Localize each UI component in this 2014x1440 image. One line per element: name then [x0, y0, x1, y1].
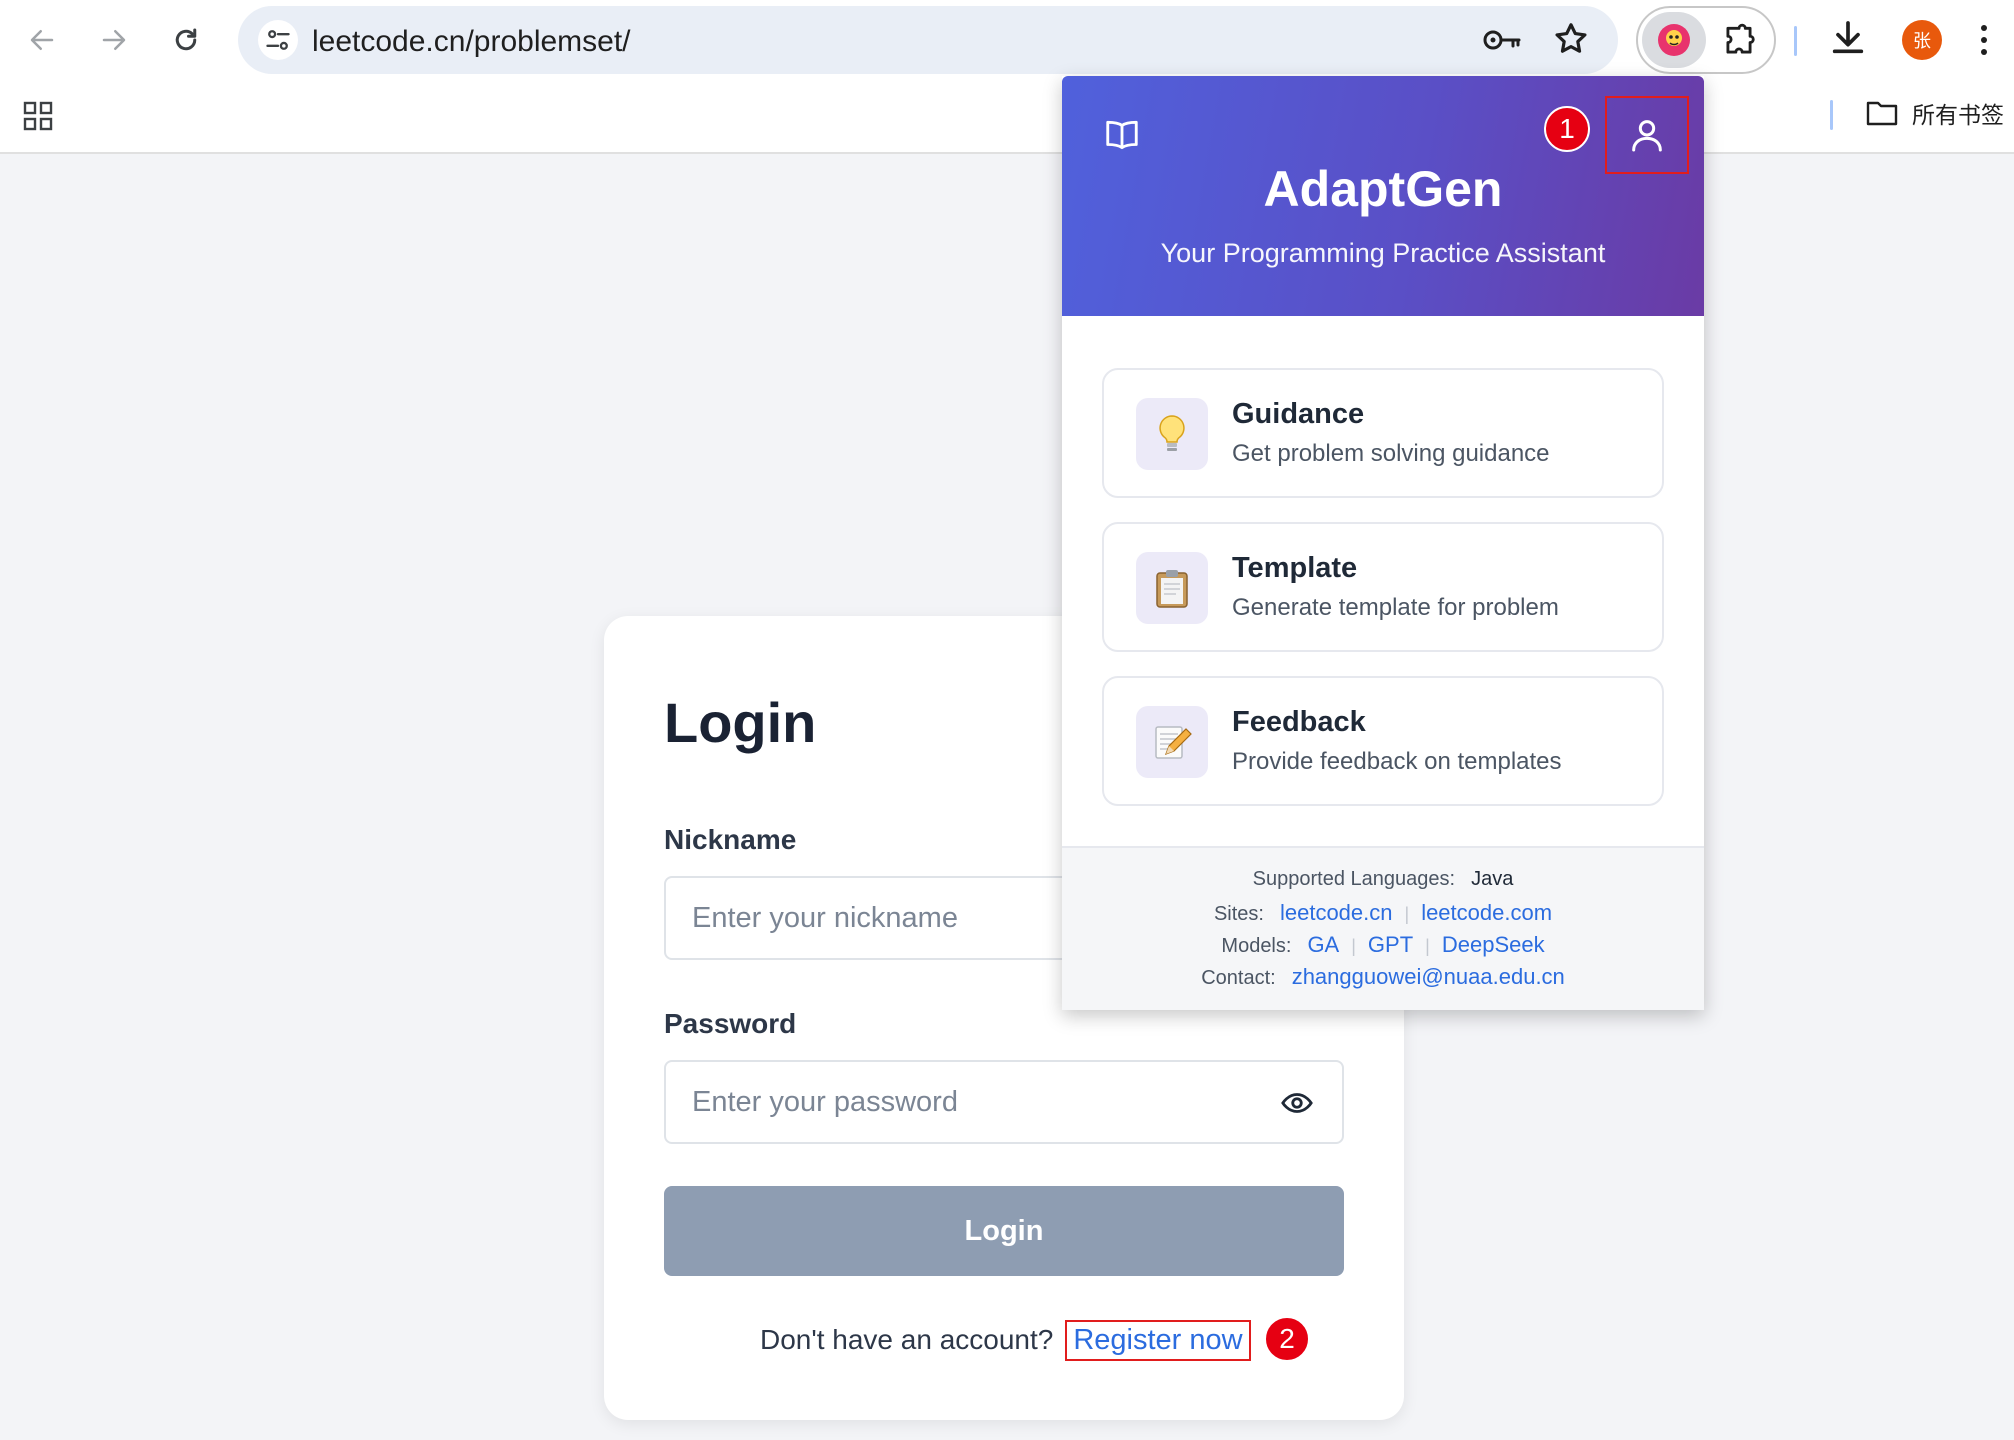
languages-label: Supported Languages:	[1252, 868, 1456, 890]
eye-icon	[1281, 1093, 1313, 1113]
nickname-placeholder: Enter your nickname	[692, 902, 958, 934]
reload-icon	[175, 28, 197, 51]
separator: |	[1425, 936, 1430, 956]
star-icon	[1555, 23, 1587, 53]
no-account-text: Don't have an account?	[760, 1324, 1054, 1355]
models-label: Models:	[1221, 935, 1292, 957]
key-icon	[1483, 30, 1521, 50]
forward-button[interactable]	[88, 14, 140, 66]
model-link-deepseek[interactable]: DeepSeek	[1442, 932, 1545, 958]
contact-label: Contact:	[1201, 967, 1276, 989]
browser-menu-button[interactable]	[1978, 20, 1990, 65]
feature-card-feedback[interactable]: Feedback Provide feedback on templates	[1102, 676, 1664, 806]
password-key-button[interactable]	[1482, 23, 1522, 62]
separator: |	[1351, 936, 1356, 956]
folder-icon	[1866, 101, 1898, 126]
more-vert-icon	[1981, 25, 1987, 55]
step-1-badge: 1	[1544, 106, 1590, 152]
clipboard-icon	[1136, 552, 1208, 624]
nickname-label: Nickname	[664, 824, 797, 855]
password-label: Password	[664, 1008, 797, 1039]
site-link-leetcode-com[interactable]: leetcode.com	[1421, 900, 1552, 926]
bookmarks-bar: 所有书签	[0, 80, 2014, 154]
adaptgen-extension-button[interactable]	[1642, 12, 1706, 68]
feature-title: Feedback	[1232, 706, 1366, 738]
register-now-link[interactable]: Register now	[1065, 1319, 1251, 1361]
app-name: AdaptGen	[1263, 161, 1503, 217]
feature-card-guidance[interactable]: Guidance Get problem solving guidance	[1102, 368, 1664, 498]
address-bar[interactable]: leetcode.cn/problemset/	[238, 6, 1618, 74]
contact-email-link[interactable]: zhangguowei@nuaa.edu.cn	[1292, 964, 1565, 990]
model-link-gpt[interactable]: GPT	[1368, 932, 1413, 958]
toggle-password-visibility[interactable]	[1280, 1086, 1314, 1125]
user-icon	[1632, 120, 1662, 152]
memo-icon	[1136, 706, 1208, 778]
apps-grid-icon	[23, 101, 53, 131]
book-button[interactable]	[1102, 116, 1142, 159]
password-input[interactable]: Enter your password	[664, 1060, 1344, 1144]
feature-title: Guidance	[1232, 398, 1365, 430]
contact-row: Contact: zhangguowei@nuaa.edu.cn	[1062, 964, 1704, 990]
languages-value: Java	[1471, 868, 1514, 890]
signup-row: Don't have an account? Register now	[760, 1316, 1251, 1364]
bookmark-star-button[interactable]	[1552, 20, 1590, 63]
feature-description: Provide feedback on templates	[1232, 748, 1562, 775]
step-2-badge: 2	[1264, 1316, 1310, 1362]
downloads-button[interactable]	[1828, 18, 1868, 63]
all-bookmarks-label: 所有书签	[1912, 103, 2004, 129]
puzzle-icon	[1726, 23, 1755, 54]
apps-button[interactable]	[22, 100, 54, 137]
arrow-right-icon	[102, 30, 126, 50]
password-placeholder: Enter your password	[692, 1086, 958, 1118]
popup-footer: Supported Languages: Java Sites: leetcod…	[1062, 846, 1704, 1010]
all-bookmarks-folder[interactable]: 所有书签	[1866, 96, 2004, 130]
arrow-left-icon	[30, 30, 54, 50]
site-link-leetcode-cn[interactable]: leetcode.cn	[1280, 900, 1393, 926]
profile-avatar[interactable]: 张	[1902, 20, 1942, 60]
sites-row: Sites: leetcode.cn | leetcode.com	[1062, 900, 1704, 926]
browser-toolbar: leetcode.cn/problemset/ 张	[0, 0, 2014, 80]
site-info-button[interactable]	[258, 20, 298, 60]
popup-header: 1 AdaptGen Your Programming Practice Ass…	[1062, 76, 1704, 316]
separator: |	[1404, 904, 1410, 924]
toolbar-divider	[1794, 26, 1797, 56]
extensions-menu-button[interactable]	[1720, 22, 1758, 65]
languages-row: Supported Languages: Java	[1062, 868, 1704, 891]
feature-title: Template	[1232, 552, 1358, 584]
url-text[interactable]: leetcode.cn/problemset/	[312, 25, 631, 59]
book-open-icon	[1106, 120, 1138, 150]
login-button[interactable]: Login	[664, 1186, 1344, 1276]
reload-button[interactable]	[160, 14, 212, 66]
sites-label: Sites:	[1213, 903, 1264, 925]
download-icon	[1832, 21, 1864, 54]
login-title: Login	[664, 691, 817, 754]
feature-description: Get problem solving guidance	[1232, 440, 1550, 467]
bookmarks-divider	[1830, 100, 1833, 130]
extensions-group	[1636, 6, 1776, 74]
feature-card-template[interactable]: Template Generate template for problem	[1102, 522, 1664, 652]
app-tagline: Your Programming Practice Assistant	[1160, 238, 1606, 268]
adaptgen-popup: 1 AdaptGen Your Programming Practice Ass…	[1062, 76, 1704, 1010]
feature-description: Generate template for problem	[1232, 594, 1559, 621]
models-row: Models: GA | GPT | DeepSeek	[1062, 932, 1704, 958]
tune-icon	[266, 30, 290, 50]
model-link-ga[interactable]: GA	[1307, 932, 1339, 958]
back-button[interactable]	[16, 14, 68, 66]
extension-logo-icon	[1658, 24, 1690, 56]
lightbulb-icon	[1136, 398, 1208, 470]
